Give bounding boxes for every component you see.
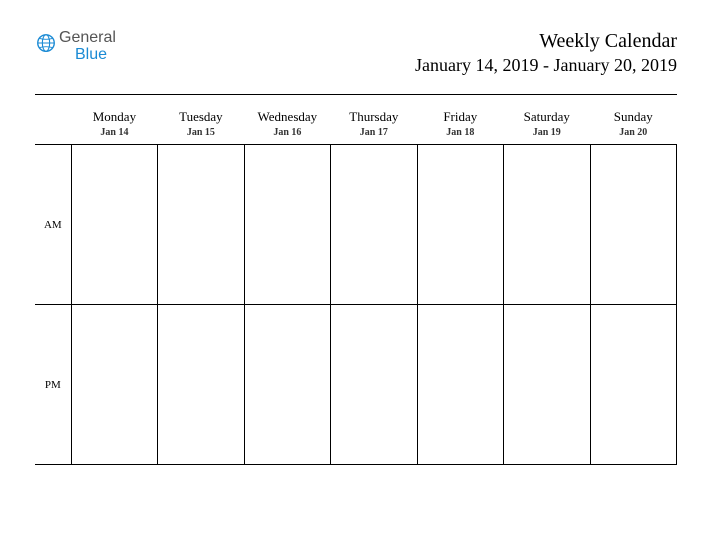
day-header: Thursday xyxy=(331,105,417,127)
day-header: Sunday xyxy=(590,105,677,127)
day-date: Jan 19 xyxy=(504,127,590,145)
logo-line2: Blue xyxy=(75,47,116,64)
calendar-cell xyxy=(244,305,330,465)
day-date: Jan 18 xyxy=(417,127,503,145)
calendar-cell xyxy=(417,145,503,305)
calendar-cell xyxy=(158,305,244,465)
calendar-cell xyxy=(331,305,417,465)
document-header: General Blue Weekly Calendar January 14,… xyxy=(35,30,677,76)
calendar-cell xyxy=(504,145,590,305)
title-block: Weekly Calendar January 14, 2019 - Janua… xyxy=(415,30,677,76)
spacer xyxy=(35,127,71,145)
day-date: Jan 14 xyxy=(71,127,157,145)
day-header: Friday xyxy=(417,105,503,127)
day-date: Jan 16 xyxy=(244,127,330,145)
calendar-cell xyxy=(590,305,677,465)
logo: General Blue xyxy=(35,30,116,64)
calendar-cell xyxy=(504,305,590,465)
spacer xyxy=(35,105,71,127)
pm-label: PM xyxy=(35,305,71,465)
calendar-cell xyxy=(71,305,157,465)
calendar-cell xyxy=(244,145,330,305)
day-header: Monday xyxy=(71,105,157,127)
pm-row: PM xyxy=(35,305,677,465)
header-divider xyxy=(35,94,677,95)
calendar-cell xyxy=(417,305,503,465)
logo-text: General Blue xyxy=(59,30,116,64)
page-title: Weekly Calendar xyxy=(415,30,677,53)
logo-line1: General xyxy=(59,30,116,47)
calendar-cell xyxy=(590,145,677,305)
calendar-cell xyxy=(331,145,417,305)
am-label: AM xyxy=(35,145,71,305)
day-header: Wednesday xyxy=(244,105,330,127)
day-header: Tuesday xyxy=(158,105,244,127)
weekly-calendar: Monday Tuesday Wednesday Thursday Friday… xyxy=(35,105,677,465)
day-header: Saturday xyxy=(504,105,590,127)
date-range: January 14, 2019 - January 20, 2019 xyxy=(415,55,677,76)
day-name-row: Monday Tuesday Wednesday Thursday Friday… xyxy=(35,105,677,127)
calendar-cell xyxy=(158,145,244,305)
am-row: AM xyxy=(35,145,677,305)
day-date: Jan 20 xyxy=(590,127,677,145)
globe-icon xyxy=(35,32,57,54)
calendar-cell xyxy=(71,145,157,305)
day-date: Jan 15 xyxy=(158,127,244,145)
day-date-row: Jan 14 Jan 15 Jan 16 Jan 17 Jan 18 Jan 1… xyxy=(35,127,677,145)
day-date: Jan 17 xyxy=(331,127,417,145)
